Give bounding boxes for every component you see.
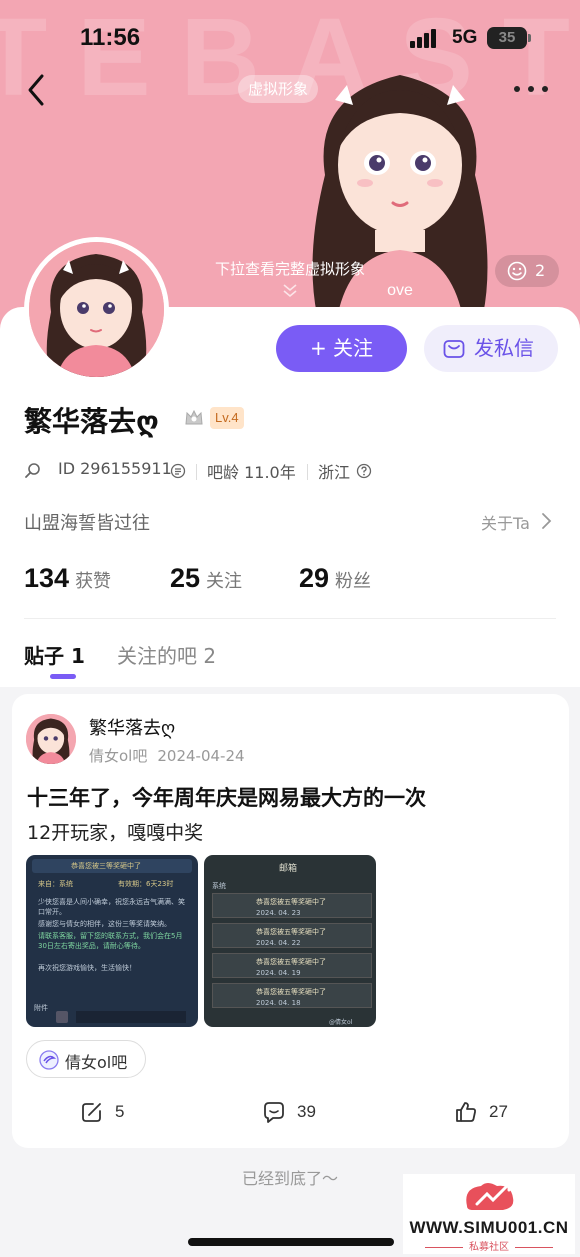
watermark-subtitle: 私募社区 [403, 1238, 575, 1253]
user-id[interactable]: ID 296155911 [58, 459, 172, 478]
virtual-avatar-illustration[interactable]: ove [295, 55, 505, 330]
bar-logo-icon [39, 1050, 59, 1070]
battery-icon: 35 [487, 27, 531, 49]
post-card[interactable]: 繁华落去ღ 倩女ol吧 2024-04-24 十三年了，今年周年庆是网易最大方的一… [12, 694, 569, 1148]
more-dots-icon [514, 86, 548, 92]
following-count: 25 [170, 563, 201, 593]
network-type: 5G [452, 27, 478, 48]
profile-bio: 山盟海誓皆过往 [24, 513, 150, 534]
likes-label: 获赞 [75, 571, 112, 592]
back-button[interactable] [22, 70, 52, 110]
more-options-button[interactable] [508, 76, 554, 102]
watermark-url: WWW.SIMU001.CN [409, 1218, 569, 1237]
site-watermark: WWW.SIMU001.CN 私募社区 [403, 1174, 575, 1254]
image1-from: 来自：系统 [38, 880, 73, 888]
image1-attachment: 附件 [34, 1004, 48, 1012]
post-subline: 倩女ol吧 2024-04-24 [89, 745, 245, 766]
like-count: 27 [489, 1102, 508, 1121]
image1-line-3: 请联系客服，留下您的联系方式，我们会在5月30日左右寄出奖品，请耐心等待。 [38, 932, 183, 950]
tab-posts[interactable]: 贴子 1 [24, 640, 85, 669]
fans-stat[interactable]: 29 粉丝 [299, 563, 371, 594]
likes-stat[interactable]: 134 获赞 [24, 563, 111, 594]
profile-username: 繁华落去ღ [24, 405, 159, 438]
post-bar-chip-label: 倩女ol吧 [65, 1053, 128, 1072]
image2-item-2: 恭喜您被五等奖砸中了 [256, 928, 326, 936]
tab-followed-bars[interactable]: 关注的吧 2 [117, 640, 216, 669]
search-icon [25, 463, 40, 478]
help-icon[interactable] [356, 463, 372, 479]
post-image-2[interactable]: 邮箱 系统 恭喜您被五等奖砸中了 2024. 04. 23 恭喜您被五等奖砸中了… [204, 855, 376, 1027]
comment-icon [264, 1102, 284, 1123]
image2-item-4: 恭喜您被五等奖砸中了 [256, 988, 326, 996]
post-body[interactable]: 12开玩家，嘎嘎中奖 [27, 818, 203, 845]
pulldown-hint: 下拉查看完整虚拟形象 [214, 260, 365, 278]
about-link[interactable]: 关于Ta [481, 510, 530, 534]
avatar-image [26, 714, 76, 764]
bar-age: 吧龄 11.0年 [207, 463, 296, 482]
post-image-1[interactable]: 恭喜您被三等奖砸中了 来自：系统 有效期：6天23时 少侠您喜是人间小确幸，祝您… [26, 855, 198, 1027]
image2-watermark: @倩女ol [329, 1019, 353, 1026]
likes-count: 134 [24, 563, 70, 593]
send-message-label: 发私信 [474, 336, 534, 360]
copy-icon[interactable] [170, 463, 186, 479]
stats-divider [24, 618, 556, 619]
follow-button[interactable]: + 关注 [276, 325, 407, 372]
meta-divider [307, 464, 308, 480]
fans-count: 29 [299, 563, 330, 593]
post-author-avatar[interactable] [26, 714, 76, 764]
image2-item-3-date: 2024. 04. 19 [256, 969, 301, 977]
image2-header: 邮箱 [279, 864, 298, 874]
comment-count: 39 [297, 1102, 316, 1121]
location: 浙江 [318, 463, 351, 482]
post-bar-name[interactable]: 倩女ol吧 [89, 747, 147, 765]
thumbs-up-icon [456, 1102, 476, 1122]
following-label: 关注 [206, 571, 243, 592]
image1-line-4: 再次祝您游戏愉快，生活愉快！ [38, 964, 136, 972]
image2-item-1-date: 2024. 04. 23 [256, 909, 301, 917]
smile-icon [507, 261, 527, 281]
signal-icon [410, 28, 442, 48]
svg-text:ove: ove [387, 282, 413, 299]
avatar-image [29, 242, 164, 377]
post-title[interactable]: 十三年了，今年周年庆是网易最大方的一次 [27, 782, 426, 812]
image2-sender: 系统 [212, 882, 226, 890]
image2-item-1: 恭喜您被五等奖砸中了 [256, 898, 326, 906]
home-indicator[interactable] [188, 1238, 394, 1246]
share-edit-icon [82, 1103, 101, 1122]
level-badge[interactable]: Lv.4 [210, 407, 244, 429]
chevron-left-icon [28, 74, 44, 106]
watermark-logo-icon [466, 1182, 514, 1210]
image1-line-2: 感谢您与倩女的相伴，这份三等奖请笑纳。 [38, 920, 171, 928]
fans-label: 粉丝 [335, 571, 372, 592]
repost-count: 5 [115, 1102, 125, 1121]
profile-avatar[interactable] [24, 237, 169, 382]
crown-badge-icon[interactable] [182, 406, 206, 430]
image2-item-4-date: 2024. 04. 18 [256, 999, 301, 1007]
send-message-button[interactable]: 发私信 [424, 325, 558, 372]
status-time: 11:56 [80, 24, 141, 51]
post-author-name[interactable]: 繁华落去ღ [89, 714, 175, 740]
image1-line-1: 少侠您喜是人间小确幸，祝您永远吉气满满、笑口常开。 [38, 898, 185, 916]
double-chevron-down-icon [283, 284, 297, 298]
avatar-like-count: 2 [535, 261, 546, 280]
image1-title: 恭喜您被三等奖砸中了 [71, 862, 141, 870]
post-bar-chip[interactable]: 倩女ol吧 [26, 1040, 146, 1078]
following-stat[interactable]: 25 关注 [170, 563, 242, 594]
chevron-right-icon[interactable] [540, 512, 552, 530]
image2-item-2-date: 2024. 04. 22 [256, 939, 301, 947]
post-date: 2024-04-24 [157, 747, 245, 765]
meta-divider [196, 464, 197, 480]
avatar-like-button[interactable]: 2 [495, 255, 559, 287]
envelope-icon [443, 340, 465, 358]
image2-item-3: 恭喜您被五等奖砸中了 [256, 958, 326, 966]
image1-validity: 有效期：6天23时 [118, 880, 174, 888]
active-tab-indicator [50, 674, 76, 679]
